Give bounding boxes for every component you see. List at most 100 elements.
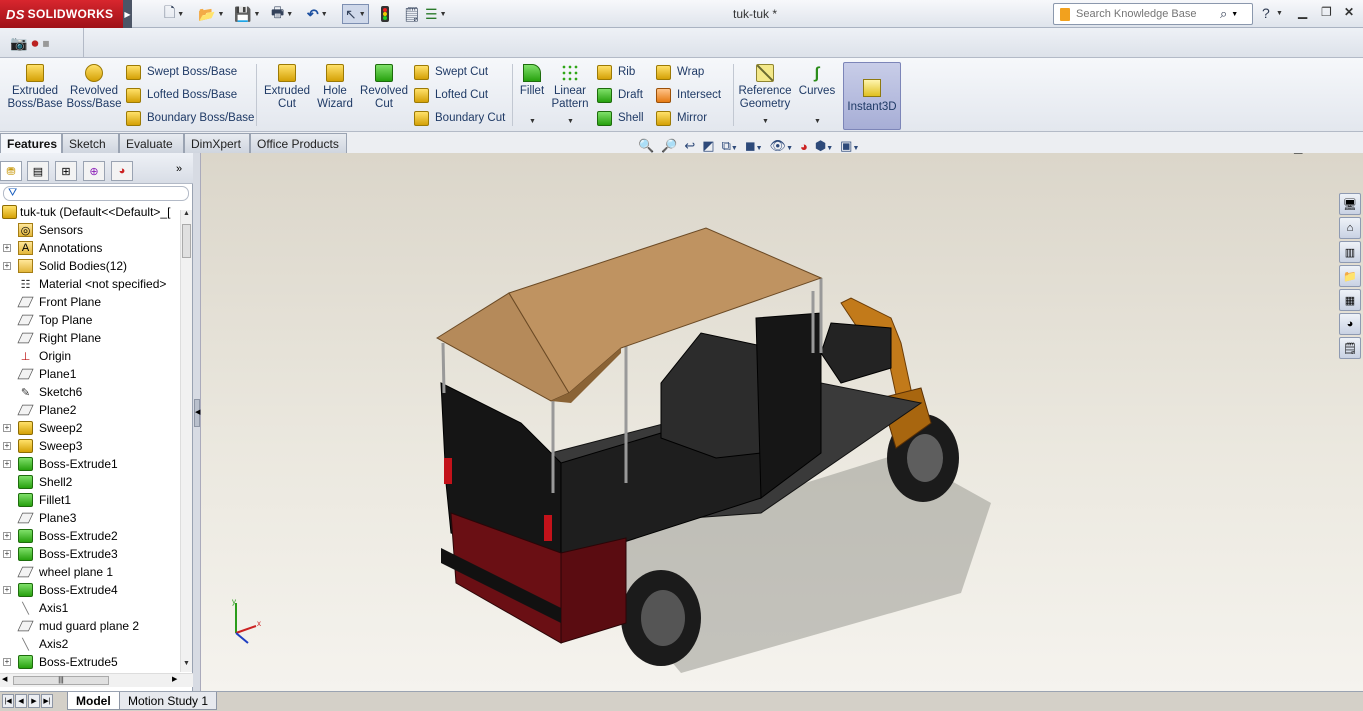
chevron-down-icon[interactable]: ▼ <box>1231 11 1238 18</box>
home-icon[interactable]: ⌂ <box>1339 217 1361 239</box>
shell-button[interactable]: Shell <box>597 108 644 128</box>
tree-item[interactable]: ╲ Axis2 <box>0 635 180 653</box>
tree-item[interactable]: mud guard plane 2 <box>0 617 180 635</box>
chevron-down-icon[interactable]: ▼ <box>814 118 821 125</box>
tree-item[interactable]: + Solid Bodies(12) <box>0 257 180 275</box>
save-button[interactable]: 💾 ▼ <box>234 4 260 24</box>
zoom-to-fit-icon[interactable]: 🔍 <box>638 138 654 154</box>
expand-icon[interactable]: + <box>3 532 11 540</box>
scroll-left-icon[interactable]: ◀ <box>2 675 7 683</box>
solidworks-logo[interactable]: DS SOLIDWORKS <box>0 0 123 28</box>
zoom-to-area-icon[interactable]: 🔎 <box>661 138 677 154</box>
scroll-thumb[interactable]: ||| <box>13 676 109 685</box>
tab-office-products[interactable]: Office Products <box>250 133 347 153</box>
help-icon[interactable]: ? <box>1262 5 1270 21</box>
new-document-button[interactable]: 🗋 ▼ <box>164 4 184 24</box>
feature-tree-tab[interactable]: ⛃ <box>0 161 22 181</box>
curves-button[interactable]: ∫ Curves <box>797 64 837 98</box>
chevron-down-icon[interactable]: ▼ <box>440 11 447 18</box>
tab-features[interactable]: Features <box>0 133 62 153</box>
tree-item[interactable]: + A Annotations <box>0 239 180 257</box>
extruded-cut-button[interactable]: Extruded Cut <box>262 64 312 111</box>
previous-view-icon[interactable]: ↩ <box>684 138 695 154</box>
viewport-split-icon[interactable]: ◫ <box>1246 153 1256 154</box>
tuk-tuk-model[interactable] <box>201 153 1363 691</box>
configuration-manager-tab[interactable]: ⊞ <box>55 161 77 181</box>
last-tab-icon[interactable]: ▶| <box>41 694 53 708</box>
close-icon[interactable]: ✕ <box>1344 5 1354 19</box>
chevron-down-icon[interactable]: ▼ <box>321 11 328 18</box>
print-button[interactable]: 🖶 ▼ <box>271 4 293 24</box>
tab-sketch[interactable]: Sketch <box>62 133 119 153</box>
section-view-icon[interactable]: ◩ <box>702 138 714 154</box>
viewport-link-icon[interactable]: ◧ <box>1270 153 1280 154</box>
search-icon[interactable]: ⌕ <box>1220 6 1227 22</box>
prev-tab-icon[interactable]: ◀ <box>15 694 27 708</box>
tree-item[interactable]: + Boss-Extrude4 <box>0 581 180 599</box>
chevron-down-icon[interactable]: ▼ <box>217 11 224 18</box>
linear-pattern-button[interactable]: Linear Pattern <box>549 64 591 111</box>
extruded-boss-base-button[interactable]: Extruded Boss/Base <box>8 64 63 111</box>
menu-expand-arrow-icon[interactable]: ▶ <box>123 0 132 28</box>
hide-show-items-icon[interactable]: 👁▼ <box>770 138 793 154</box>
expand-icon[interactable]: + <box>3 244 11 252</box>
tree-vertical-scrollbar[interactable]: ▲ ▼ <box>180 210 192 672</box>
viewport-close-icon[interactable]: ✕ <box>1341 153 1350 154</box>
tab-model[interactable]: Model <box>67 692 120 710</box>
select-button[interactable]: ↖ ▼ <box>342 4 369 24</box>
tree-item[interactable]: ◎ Sensors <box>0 221 180 239</box>
scroll-right-icon[interactable]: ▶ <box>172 675 177 683</box>
collapse-panel-icon[interactable]: ◀ <box>194 399 200 427</box>
tree-item[interactable]: ⊥ Origin <box>0 347 180 365</box>
tree-item[interactable]: ☷ Material <not specified> <box>0 275 180 293</box>
undo-button[interactable]: ↶ ▼ <box>307 4 328 24</box>
chevron-down-icon[interactable]: ▼ <box>177 11 184 18</box>
apply-scene-icon[interactable]: ⬢▼ <box>815 138 833 154</box>
tree-item[interactable]: + Boss-Extrude3 <box>0 545 180 563</box>
display-manager-tab[interactable]: ◕ <box>111 161 133 181</box>
edit-appearance-icon[interactable]: ◕ <box>800 139 808 154</box>
view-palette-icon[interactable]: ▦ <box>1339 289 1361 311</box>
viewport-restore-icon[interactable]: ❐ <box>1315 153 1325 154</box>
draft-button[interactable]: Draft <box>597 85 643 105</box>
tree-item[interactable]: ╲ Axis1 <box>0 599 180 617</box>
fillet-button[interactable]: Fillet <box>517 64 547 98</box>
revolved-cut-button[interactable]: Revolved Cut <box>358 64 410 111</box>
tab-dimxpert[interactable]: DimXpert <box>184 133 250 153</box>
camera-icon[interactable]: 📷 <box>10 35 27 52</box>
lofted-boss-base-button[interactable]: Lofted Boss/Base <box>126 85 237 105</box>
expand-icon[interactable]: + <box>3 658 11 666</box>
tree-item[interactable]: + Boss-Extrude5 <box>0 653 180 671</box>
chevron-down-icon[interactable]: ▼ <box>253 11 260 18</box>
restore-icon[interactable]: ❐ <box>1321 5 1332 19</box>
solidworks-resources-icon[interactable]: 🖥 <box>1339 193 1361 215</box>
knowledge-base-search[interactable]: ⌕ ▼ <box>1053 3 1253 25</box>
chevron-down-icon[interactable]: ▼ <box>529 118 536 125</box>
lofted-cut-button[interactable]: Lofted Cut <box>414 85 488 105</box>
rebuild-button[interactable] <box>381 4 389 24</box>
tree-horizontal-scrollbar[interactable]: ◀ ||| ▶ <box>0 673 193 687</box>
search-input[interactable] <box>1076 8 1216 20</box>
scroll-thumb[interactable] <box>182 224 191 258</box>
tree-item[interactable]: Plane1 <box>0 365 180 383</box>
first-tab-icon[interactable]: |◀ <box>2 694 14 708</box>
tree-item[interactable]: ✎ Sketch6 <box>0 383 180 401</box>
swept-cut-button[interactable]: Swept Cut <box>414 62 488 82</box>
expand-icon[interactable]: + <box>3 424 11 432</box>
tree-item[interactable]: Plane3 <box>0 509 180 527</box>
chevron-down-icon[interactable]: ▼ <box>1276 10 1283 17</box>
tree-item[interactable]: + Boss-Extrude1 <box>0 455 180 473</box>
revolved-boss-base-button[interactable]: Revolved Boss/Base <box>66 64 122 111</box>
expand-icon[interactable]: + <box>3 586 11 594</box>
intersect-button[interactable]: Intersect <box>656 85 721 105</box>
next-tab-icon[interactable]: ▶ <box>28 694 40 708</box>
tree-item[interactable]: Fillet1 <box>0 491 180 509</box>
stop-record-icon[interactable]: ⏹ <box>42 35 49 52</box>
expand-icon[interactable]: + <box>3 460 11 468</box>
tree-item[interactable]: + Sweep2 <box>0 419 180 437</box>
tree-item[interactable]: + Sweep3 <box>0 437 180 455</box>
record-icon[interactable]: ⏺ <box>31 35 38 52</box>
chevron-down-icon[interactable]: ▼ <box>567 118 574 125</box>
graphics-area[interactable]: y x ◫ ◧ ▁ ❐ ✕ 🖥 ⌂ ▥ 📁 ▦ ◕ 🗒 <box>201 153 1363 691</box>
chevron-down-icon[interactable]: ▼ <box>286 11 293 18</box>
